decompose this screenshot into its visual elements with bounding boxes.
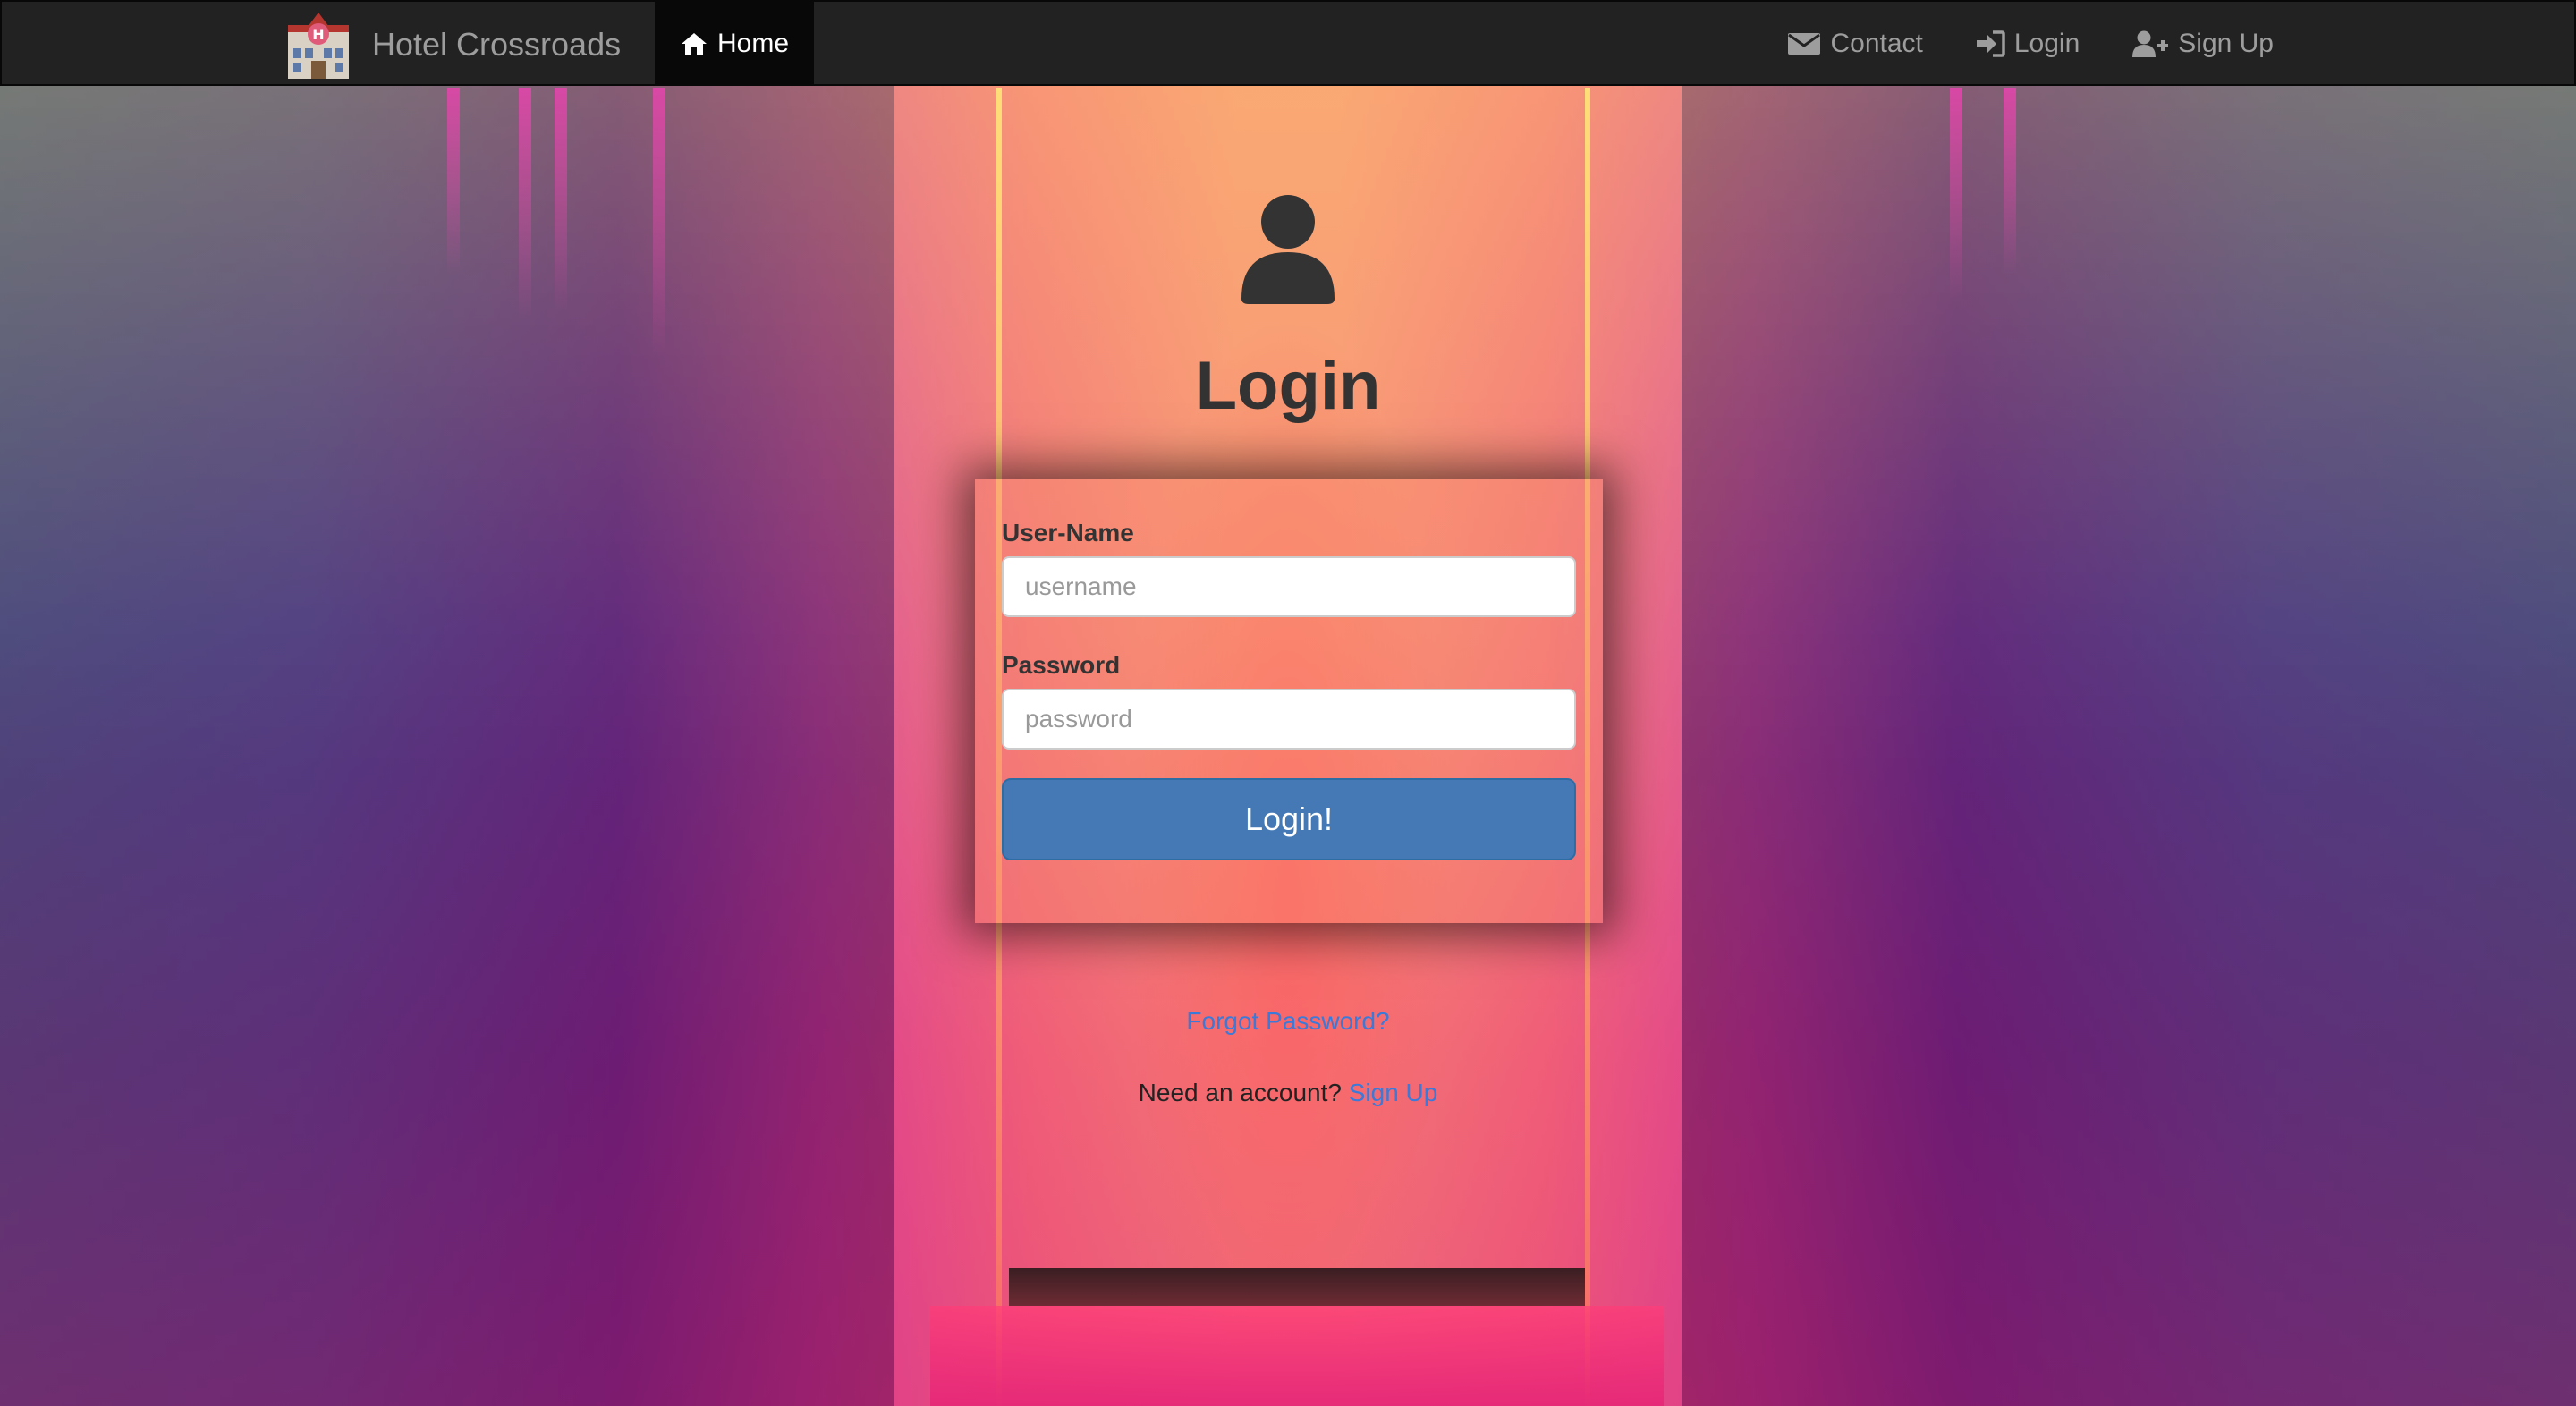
login-form-card: User-Name Password Login! bbox=[975, 479, 1603, 923]
home-icon bbox=[681, 33, 707, 55]
envelope-icon bbox=[1788, 33, 1821, 55]
nav-login-label: Login bbox=[2013, 29, 2080, 58]
nav-signup-label: Sign Up bbox=[2178, 29, 2274, 58]
hotel-icon: H bbox=[288, 13, 349, 79]
nav-home-label: Home bbox=[716, 29, 790, 58]
password-input[interactable] bbox=[1002, 689, 1576, 750]
signup-prompt-text: Need an account? bbox=[1138, 1079, 1342, 1106]
username-label: User-Name bbox=[1002, 519, 1134, 546]
brand-link[interactable]: H Hotel Crossroads bbox=[281, 11, 621, 79]
login-icon bbox=[1976, 30, 2005, 57]
nav-contact-link[interactable]: Contact bbox=[1787, 29, 1923, 59]
page-title: Login bbox=[1195, 348, 1381, 424]
login-submit-button[interactable]: Login! bbox=[1002, 778, 1576, 860]
signup-link[interactable]: Sign Up bbox=[1349, 1079, 1438, 1106]
username-input[interactable] bbox=[1002, 556, 1576, 617]
user-plus-icon bbox=[2132, 30, 2169, 57]
user-icon bbox=[1241, 195, 1335, 304]
nav-signup-link[interactable]: Sign Up bbox=[2131, 29, 2274, 59]
navbar: H Hotel Crossroads Home Contact Login Si… bbox=[0, 0, 2576, 86]
signup-prompt-line: Need an account? Sign Up bbox=[0, 1079, 2576, 1107]
svg-text:H: H bbox=[312, 26, 324, 43]
nav-home-tab[interactable]: Home bbox=[655, 2, 814, 86]
nav-login-link[interactable]: Login bbox=[1975, 29, 2080, 59]
forgot-password-link[interactable]: Forgot Password? bbox=[0, 1007, 2576, 1036]
password-label: Password bbox=[1002, 651, 1121, 679]
brand-name: Hotel Crossroads bbox=[372, 26, 622, 63]
nav-contact-label: Contact bbox=[1830, 29, 1923, 58]
nav-right-group: Contact Login Sign Up bbox=[1735, 2, 2274, 86]
